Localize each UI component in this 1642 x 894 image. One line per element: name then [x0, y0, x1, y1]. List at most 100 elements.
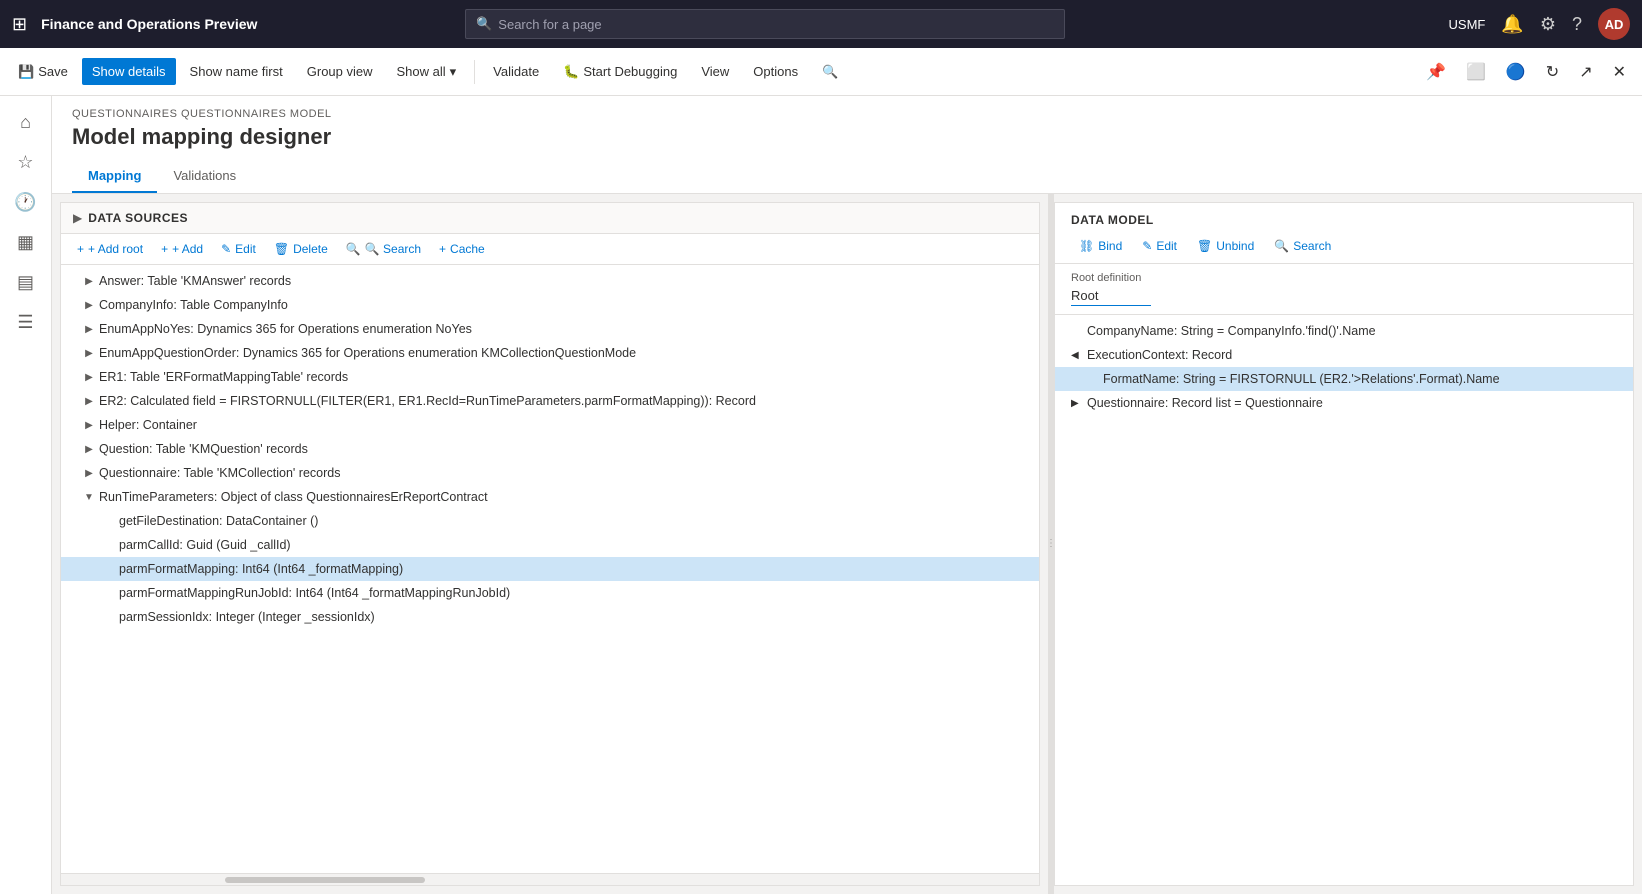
expand-icon[interactable]: ⬜ — [1458, 56, 1494, 88]
spacer-icon — [101, 537, 117, 553]
ds-item-er2[interactable]: ▶ ER2: Calculated field = FIRSTORNULL(FI… — [61, 389, 1039, 413]
ds-search-button[interactable]: 🔍 🔍 Search — [338, 238, 429, 260]
data-model-panel: DATA MODEL ⛓ Bind ✎ Edit 🗑 Unbind — [1054, 202, 1634, 886]
sidebar-item-workspaces[interactable]: ▦ — [8, 224, 44, 260]
bind-icon: ⛓ — [1079, 239, 1094, 253]
chevron-right-icon: ▶ — [81, 345, 97, 361]
ds-item-questionnaire[interactable]: ▶ Questionnaire: Table 'KMCollection' re… — [61, 461, 1039, 485]
chevron-right-icon: ▶ — [81, 321, 97, 337]
ds-item-parmcallid[interactable]: parmCallId: Guid (Guid _callId) — [61, 533, 1039, 557]
user-label: USMF — [1449, 17, 1486, 32]
dm-item-executioncontext[interactable]: ◀ ExecutionContext: Record — [1055, 343, 1633, 367]
pin-icon[interactable]: 📌 — [1418, 56, 1454, 88]
root-value: Root — [1071, 288, 1151, 306]
edit-button[interactable]: ✎ Edit — [213, 238, 264, 260]
badge-notification-button[interactable]: 🔵 — [1498, 56, 1534, 88]
dm-edit-button[interactable]: ✎ Edit — [1134, 235, 1185, 257]
options-button[interactable]: Options — [743, 58, 808, 85]
chevron-right-icon: ▶ — [81, 273, 97, 289]
chevron-right-icon: ▶ — [81, 441, 97, 457]
tab-mapping[interactable]: Mapping — [72, 160, 157, 193]
chevron-right-icon: ▶ — [81, 369, 97, 385]
ds-item-er1[interactable]: ▶ ER1: Table 'ERFormatMappingTable' reco… — [61, 365, 1039, 389]
refresh-icon[interactable]: ↻ — [1538, 56, 1567, 88]
main-toolbar: 💾 Save Show details Show name first Grou… — [0, 48, 1642, 96]
toolbar-right-icons: 📌 ⬜ 🔵 ↻ ↗ ✕ — [1418, 56, 1634, 88]
app-title: Finance and Operations Preview — [41, 16, 257, 32]
ds-item-question[interactable]: ▶ Question: Table 'KMQuestion' records — [61, 437, 1039, 461]
ds-item-parmformatmapping[interactable]: parmFormatMapping: Int64 (Int64 _formatM… — [61, 557, 1039, 581]
open-new-icon[interactable]: ↗ — [1571, 56, 1600, 88]
notification-badge-wrapper: 🔵 — [1498, 56, 1534, 88]
show-details-button[interactable]: Show details — [82, 58, 176, 85]
notification-icon[interactable]: 🔔 — [1501, 14, 1523, 35]
sidebar-item-recent[interactable]: 🕐 — [8, 184, 44, 220]
unbind-icon: 🗑 — [1197, 239, 1212, 253]
panels-area: ▶ DATA SOURCES + + Add root + + Add ✎ Ed… — [52, 194, 1642, 894]
content-area: QUESTIONNAIRES QUESTIONNAIRES MODEL Mode… — [52, 96, 1642, 894]
ds-hscroll[interactable] — [61, 873, 1039, 885]
ds-item-answer[interactable]: ▶ Answer: Table 'KMAnswer' records — [61, 269, 1039, 293]
search-icon: 🔍 — [1274, 239, 1289, 253]
ds-item-parmformatmappingrunjobid[interactable]: parmFormatMappingRunJobId: Int64 (Int64 … — [61, 581, 1039, 605]
chevron-right-icon: ▶ — [81, 417, 97, 433]
delete-icon: 🗑 — [274, 242, 289, 256]
view-button[interactable]: View — [691, 58, 739, 85]
unbind-button[interactable]: 🗑 Unbind — [1189, 235, 1262, 257]
add-button[interactable]: + + Add — [153, 238, 211, 260]
top-right-icons: USMF 🔔 ⚙ ? AD — [1449, 8, 1630, 40]
edit-icon: ✎ — [1142, 239, 1152, 253]
debug-icon: 🐛 — [563, 64, 579, 80]
bind-button[interactable]: ⛓ Bind — [1071, 235, 1130, 257]
spacer-icon — [101, 609, 117, 625]
help-icon[interactable]: ? — [1572, 14, 1582, 35]
search-placeholder: Search for a page — [498, 17, 601, 32]
ds-item-parmsessionidx[interactable]: parmSessionIdx: Integer (Integer _sessio… — [61, 605, 1039, 629]
cache-icon: + — [439, 242, 446, 256]
top-nav: ⊞ Finance and Operations Preview 🔍 Searc… — [0, 0, 1642, 48]
delete-button[interactable]: 🗑 Delete — [266, 238, 336, 260]
start-debugging-button[interactable]: 🐛 Start Debugging — [553, 58, 687, 86]
show-all-button[interactable]: Show all ▾ — [387, 58, 467, 86]
avatar[interactable]: AD — [1598, 8, 1630, 40]
sidebar-item-list[interactable]: ☰ — [8, 304, 44, 340]
ds-item-runtime[interactable]: ▼ RunTimeParameters: Object of class Que… — [61, 485, 1039, 509]
sidebar-item-favorites[interactable]: ☆ — [8, 144, 44, 180]
settings-icon[interactable]: ⚙ — [1540, 14, 1556, 35]
ds-item-helper[interactable]: ▶ Helper: Container — [61, 413, 1039, 437]
sidebar-item-filter[interactable]: ▤ — [8, 264, 44, 300]
grid-icon[interactable]: ⊞ — [12, 14, 27, 35]
root-definition: Root definition Root — [1055, 264, 1633, 315]
dm-search-button[interactable]: 🔍 Search — [1266, 235, 1339, 257]
dm-item-formatname[interactable]: FormatName: String = FIRSTORNULL (ER2.'>… — [1055, 367, 1633, 391]
dm-toolbar: ⛓ Bind ✎ Edit 🗑 Unbind 🔍 — [1071, 235, 1617, 257]
chevron-down-icon: ▾ — [450, 64, 457, 80]
dm-tree: CompanyName: String = CompanyInfo.'find(… — [1055, 315, 1633, 885]
ds-item-enumappquestionorder[interactable]: ▶ EnumAppQuestionOrder: Dynamics 365 for… — [61, 341, 1039, 365]
dm-item-questionnaire[interactable]: ▶ Questionnaire: Record list = Questionn… — [1055, 391, 1633, 415]
close-icon[interactable]: ✕ — [1605, 56, 1634, 88]
ds-toggle-icon[interactable]: ▶ — [73, 211, 82, 225]
ds-item-companyinfo[interactable]: ▶ CompanyInfo: Table CompanyInfo — [61, 293, 1039, 317]
show-name-first-button[interactable]: Show name first — [180, 58, 293, 85]
validate-button[interactable]: Validate — [483, 58, 549, 85]
ds-item-getfiledest[interactable]: getFileDestination: DataContainer () — [61, 509, 1039, 533]
tab-validations[interactable]: Validations — [157, 160, 252, 193]
chevron-right-icon: ▶ — [1071, 398, 1087, 409]
add-root-button[interactable]: + + Add root — [69, 238, 151, 260]
dm-item-companyname[interactable]: CompanyName: String = CompanyInfo.'find(… — [1055, 319, 1633, 343]
search-toolbar-button[interactable]: 🔍 — [812, 58, 848, 86]
ds-hscroll-thumb[interactable] — [225, 877, 425, 883]
cache-button[interactable]: + Cache — [431, 238, 493, 260]
group-view-button[interactable]: Group view — [297, 58, 383, 85]
page-header: QUESTIONNAIRES QUESTIONNAIRES MODEL Mode… — [52, 96, 1642, 194]
dm-title: DATA MODEL — [1071, 213, 1617, 227]
ds-title: DATA SOURCES — [88, 211, 188, 225]
global-search-bar[interactable]: 🔍 Search for a page — [465, 9, 1065, 39]
sidebar-item-home[interactable]: ⌂ — [8, 104, 44, 140]
ds-tree: ▶ Answer: Table 'KMAnswer' records ▶ Com… — [61, 265, 1039, 873]
save-button[interactable]: 💾 Save — [8, 58, 78, 86]
edit-icon: ✎ — [221, 242, 231, 256]
ds-item-enumappnoyes[interactable]: ▶ EnumAppNoYes: Dynamics 365 for Operati… — [61, 317, 1039, 341]
spacer-icon — [101, 513, 117, 529]
